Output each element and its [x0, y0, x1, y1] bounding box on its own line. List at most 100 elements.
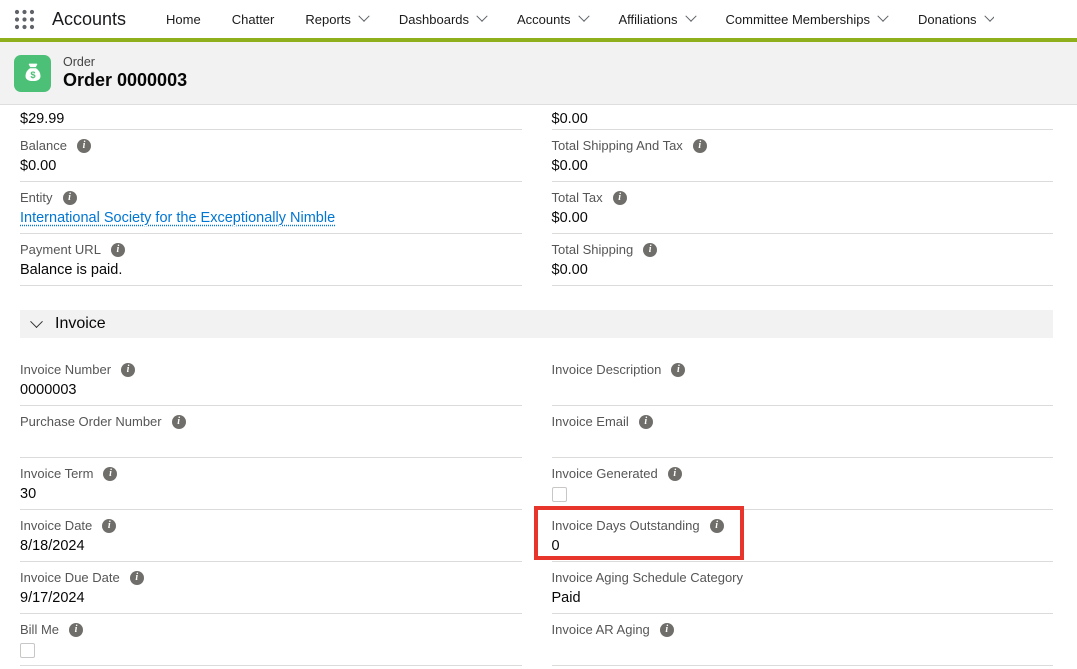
field-value: 8/18/2024	[20, 537, 522, 556]
info-icon[interactable]: i	[121, 363, 135, 377]
invoice-left-column: Invoice Numberi0000003Purchase Order Num…	[20, 354, 522, 666]
field-label: Invoice Days Outstandingi	[552, 517, 1054, 534]
info-icon[interactable]: i	[693, 139, 707, 153]
record-header-text: Order Order 0000003	[63, 55, 187, 91]
field-label: Invoice AR Aging i	[552, 621, 1054, 638]
field-value: 9/17/2024	[20, 589, 522, 608]
field-entity: EntityiInternational Society for the Exc…	[20, 182, 522, 234]
record-detail: $29.99 Balance i $0.00 EntityiInternational …	[0, 105, 1077, 666]
field-value: 0000003	[20, 381, 522, 400]
field-label-text: Invoice Date	[20, 518, 92, 533]
field-label-text: Payment URL	[20, 242, 101, 257]
nav-item-label: Donations	[918, 12, 977, 27]
field-balance: Balance i $0.00	[20, 130, 522, 182]
nav-item-donations[interactable]: Donations	[918, 12, 994, 27]
invoice-section-header[interactable]: Invoice	[20, 310, 1053, 338]
record-header: $ Order Order 0000003	[0, 42, 1077, 105]
field-invoice-email: Invoice Emaili	[552, 406, 1054, 458]
info-icon[interactable]: i	[172, 415, 186, 429]
field-invoice-days-outstanding: Invoice Days Outstandingi 0	[552, 510, 1054, 562]
nav-item-reports[interactable]: Reports	[305, 12, 368, 27]
field-label-text: Invoice Generated	[552, 466, 658, 481]
field-value: $29.99	[20, 110, 522, 129]
invoice-fields-grid: Invoice Numberi0000003Purchase Order Num…	[20, 354, 1053, 666]
info-icon[interactable]: i	[639, 415, 653, 429]
checkbox[interactable]	[552, 487, 567, 502]
field-label-text: Invoice AR Aging	[552, 622, 650, 637]
svg-text:$: $	[30, 70, 36, 80]
field-value: $0.00	[552, 209, 1054, 228]
info-icon[interactable]: i	[643, 243, 657, 257]
nav-item-committee-memberships[interactable]: Committee Memberships	[726, 12, 888, 27]
info-icon[interactable]: i	[63, 191, 77, 205]
field-invoice-number: Invoice Numberi0000003	[20, 354, 522, 406]
field-invoice-term: Invoice Termi30	[20, 458, 522, 510]
field-payment-url: Payment URL i Balance is paid.	[20, 234, 522, 286]
nav-tabs: Home Chatter Reports Dashboards Accounts Affi…	[166, 12, 994, 27]
field-value	[552, 381, 1054, 400]
field-invoice-due-date: Invoice Due Date i 9/17/2024	[20, 562, 522, 614]
details-right-column: $0.00 Total Shipping And Taxi $0.00 Total T…	[552, 105, 1054, 286]
app-launcher-icon[interactable]	[14, 9, 35, 30]
invoice-right-column: Invoice Descriptioni Invoice Emaili Invo…	[552, 354, 1054, 666]
field-label: Invoice Generated i	[552, 465, 1054, 482]
info-icon[interactable]: i	[102, 519, 116, 533]
field-value: $0.00	[20, 157, 522, 176]
chevron-down-icon	[685, 12, 696, 22]
global-navigation-bar: Accounts Home Chatter Reports Dashboards Acc…	[0, 0, 1077, 42]
field-total-shipping-and-tax: Total Shipping And Taxi $0.00	[552, 130, 1054, 182]
nav-item-home[interactable]: Home	[166, 12, 201, 27]
nav-item-label: Dashboards	[399, 12, 469, 27]
field-label-text: Total Tax	[552, 190, 603, 205]
field-invoice-aging-schedule-category: Invoice Aging Schedule CategoryPaid	[552, 562, 1054, 614]
record-title: Order 0000003	[63, 70, 187, 91]
order-money-bag-icon: $	[14, 55, 51, 92]
info-icon[interactable]: i	[660, 623, 674, 637]
field-value: International Society for the Exceptiona…	[20, 209, 522, 228]
record-link[interactable]: International Society for the Exceptiona…	[20, 210, 335, 226]
field-value: $0.00	[552, 157, 1054, 176]
field-value: $0.00	[552, 105, 1054, 130]
nav-item-chatter[interactable]: Chatter	[232, 12, 275, 27]
field-label: Total Shipping And Taxi	[552, 137, 1054, 154]
nav-item-dashboards[interactable]: Dashboards	[399, 12, 486, 27]
info-icon[interactable]: i	[671, 363, 685, 377]
chevron-down-icon	[358, 12, 369, 22]
info-icon[interactable]: i	[668, 467, 682, 481]
nav-item-label: Accounts	[517, 12, 570, 27]
field-label: Purchase Order Number i	[20, 413, 522, 430]
field-label-text: Invoice Aging Schedule Category	[552, 570, 744, 585]
record-entity-type: Order	[63, 55, 187, 70]
info-icon[interactable]: i	[111, 243, 125, 257]
info-icon[interactable]: i	[69, 623, 83, 637]
field-value	[552, 641, 1054, 660]
field-label-text: Balance	[20, 138, 67, 153]
checkbox[interactable]	[20, 643, 35, 658]
field-label: Payment URL i	[20, 241, 522, 258]
chevron-down-icon	[476, 12, 487, 22]
details-left-column: $29.99 Balance i $0.00 EntityiInternational …	[20, 105, 522, 286]
field-value: Balance is paid.	[20, 261, 522, 280]
field-value: 0	[552, 537, 1054, 556]
field-invoice-ar-aging: Invoice AR Aging i	[552, 614, 1054, 666]
info-icon[interactable]: i	[613, 191, 627, 205]
info-icon[interactable]: i	[710, 519, 724, 533]
field-value	[20, 433, 522, 452]
field-label: Invoice Term i	[20, 465, 522, 482]
field-label: Invoice Due Date i	[20, 569, 522, 586]
field-label-text: Invoice Term	[20, 466, 93, 481]
field-label: Balance i	[20, 137, 522, 154]
nav-item-affiliations[interactable]: Affiliations	[619, 12, 695, 27]
field-label-text: Purchase Order Number	[20, 414, 162, 429]
nav-item-label: Chatter	[232, 12, 275, 27]
field-label: Total Shippingi	[552, 241, 1054, 258]
field-label: Invoice Emaili	[552, 413, 1054, 430]
nav-item-accounts[interactable]: Accounts	[517, 12, 587, 27]
info-icon[interactable]: i	[103, 467, 117, 481]
chevron-down-icon	[984, 12, 994, 22]
field-label: Total Tax i	[552, 189, 1054, 206]
field-label-text: Invoice Due Date	[20, 570, 120, 585]
info-icon[interactable]: i	[130, 571, 144, 585]
info-icon[interactable]: i	[77, 139, 91, 153]
field-value: $29.99	[20, 105, 522, 130]
